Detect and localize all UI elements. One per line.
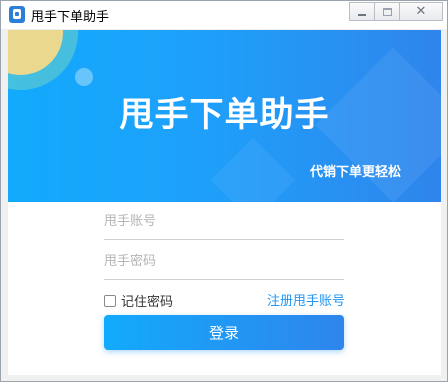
register-account-link[interactable]: 注册甩手账号	[267, 290, 345, 309]
remember-password-option[interactable]: 记住密码	[104, 291, 173, 310]
password-field-wrapper	[104, 244, 344, 280]
close-icon: ✕	[415, 4, 427, 19]
close-button[interactable]: ✕	[399, 2, 443, 21]
window-title: 甩手下单助手	[31, 10, 110, 25]
decorative-diamond	[210, 137, 296, 202]
remember-password-label: 记住密码	[121, 295, 174, 310]
login-button[interactable]: 登录	[104, 315, 344, 350]
maximize-icon	[382, 7, 392, 16]
window-controls: ✕	[349, 2, 443, 21]
remember-password-checkbox[interactable]	[104, 294, 116, 307]
app-bag-icon	[9, 6, 25, 23]
title-bar[interactable]: 甩手下单助手 ✕	[1, 1, 447, 29]
account-input[interactable]	[104, 204, 344, 239]
minimize-button[interactable]	[349, 2, 375, 21]
account-field-wrapper	[104, 204, 344, 240]
password-input[interactable]	[104, 244, 344, 279]
minimize-icon	[358, 13, 366, 16]
app-window: 甩手下单助手 ✕ 甩手下单助手 代销下单更轻松 甩手账号 记住密码 注册甩手账号…	[0, 0, 448, 382]
maximize-button[interactable]	[374, 2, 400, 21]
decorative-dot	[75, 68, 93, 86]
banner-title: 甩手下单助手	[119, 95, 330, 135]
header-banner: 甩手下单助手 代销下单更轻松	[8, 30, 441, 202]
banner-slogan: 代销下单更轻松	[309, 165, 401, 180]
login-form: 记住密码 注册甩手账号 登录	[8, 202, 441, 375]
